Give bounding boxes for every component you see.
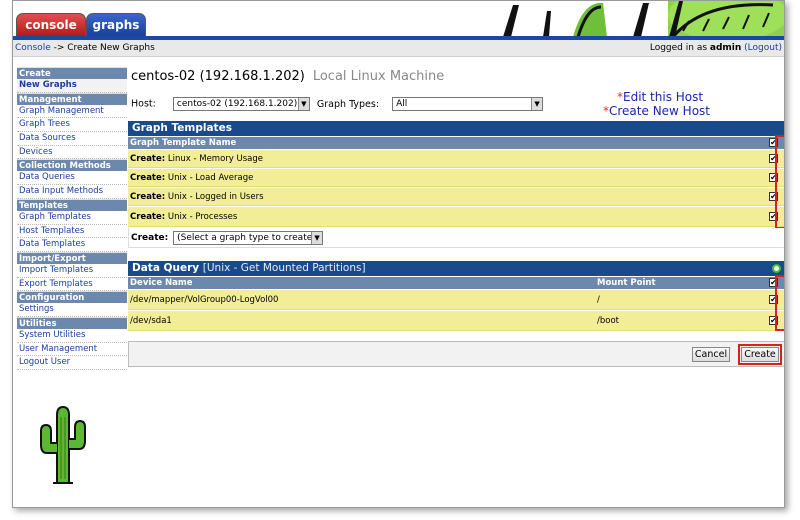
breadcrumb: Console -> Create New Graphs Logged in a… <box>13 40 784 57</box>
sidebar-item-export-templates[interactable]: Export Templates <box>17 277 127 292</box>
login-status: Logged in as admin (Logout) <box>650 40 782 57</box>
status-circle-icon[interactable] <box>772 264 781 273</box>
create-graph-row: Create: (Select a graph type to create) … <box>128 228 784 248</box>
host-filter-row: Host: centos-02 (192.168.1.202) ▼ Graph … <box>131 97 544 111</box>
sidebar-item-logout-user[interactable]: Logout User <box>17 356 127 370</box>
breadcrumb-current: Create New Graphs <box>67 43 155 53</box>
graph-type-select[interactable]: (Select a graph type to create) ▼ <box>173 230 324 245</box>
table-row: Create: Linux - Memory Usage ✔ <box>128 150 784 168</box>
breadcrumb-separator: -> <box>50 43 68 53</box>
graph-template-name-column: Graph Template Name ✔ <box>128 137 784 149</box>
sidebar-header-utilities: Utilities <box>17 316 127 329</box>
mount-point-column: Mount Point <box>597 278 656 288</box>
sidebar-item-data-templates[interactable]: Data Templates <box>17 238 127 252</box>
tab-graphs[interactable]: graphs <box>86 13 146 37</box>
device-name-column: Device Name <box>130 278 193 288</box>
cactus-banner-art <box>483 1 784 37</box>
sidebar-item-new-graphs[interactable]: New Graphs <box>17 79 127 93</box>
chevron-down-icon: ▼ <box>531 98 543 110</box>
host-title-text: centos-02 (192.168.1.202) <box>131 69 305 84</box>
sidebar-header-import-export: Import/Export <box>17 251 127 264</box>
sidebar-header-collection-methods: Collection Methods <box>17 159 127 172</box>
chevron-down-icon: ▼ <box>297 98 309 110</box>
graph-type-select-value: (Select a graph type to create) <box>177 232 316 243</box>
device-name: /dev/sda1 <box>130 316 172 326</box>
sidebar-menu: Create New Graphs Management Graph Manag… <box>17 67 127 370</box>
sidebar-item-user-management[interactable]: User Management <box>17 342 127 357</box>
data-query-title: Data Query <box>132 262 200 274</box>
checkbox-highlight <box>775 275 784 331</box>
sidebar-item-settings[interactable]: Settings <box>17 303 127 317</box>
breadcrumb-console-link[interactable]: Console <box>15 43 51 53</box>
mount-point: / <box>597 295 600 305</box>
mount-point: /boot <box>597 316 619 326</box>
tab-console[interactable]: console <box>16 13 86 37</box>
table-row: /dev/mapper/VolGroup00-LogVol00 / ✔ <box>128 290 784 310</box>
table-row: /dev/sda1 /boot ✔ <box>128 311 784 331</box>
sidebar-item-data-input-methods[interactable]: Data Input Methods <box>17 185 127 199</box>
host-select-value: centos-02 (192.168.1.202) <box>176 99 298 109</box>
sidebar-header-management: Management <box>17 92 127 105</box>
graph-types-select-value: All <box>396 99 408 109</box>
graph-types-select[interactable]: All ▼ <box>392 97 544 111</box>
login-user: admin <box>709 43 742 53</box>
create-button[interactable]: Create <box>741 347 779 362</box>
host-description: Local Linux Machine <box>312 69 445 84</box>
table-row: Create: Unix - Processes ✔ <box>128 207 784 227</box>
graph-templates-header: Graph Templates <box>128 121 784 136</box>
sidebar-item-devices[interactable]: Devices <box>17 145 127 160</box>
table-row: Create: Unix - Load Average ✔ <box>128 169 784 187</box>
host-select[interactable]: centos-02 (192.168.1.202) ▼ <box>172 97 310 111</box>
top-banner: console graphs <box>13 1 784 40</box>
checkbox-highlight <box>775 135 784 229</box>
chevron-down-icon: ▼ <box>311 231 323 244</box>
host-label: Host: <box>131 98 156 110</box>
sidebar-item-system-utilities[interactable]: System Utilities <box>17 328 127 343</box>
data-query-column-header: Device Name Mount Point ✔ <box>128 277 784 289</box>
create-label: Create: <box>131 233 169 243</box>
action-bar: Cancel Create <box>128 341 784 367</box>
graph-types-label: Graph Types: <box>316 98 380 110</box>
sidebar-item-import-templates[interactable]: Import Templates <box>17 263 127 278</box>
table-row: Create: Unix - Logged in Users ✔ <box>128 188 784 206</box>
sidebar-header-configuration: Configuration <box>17 291 127 304</box>
device-name: /dev/mapper/VolGroup00-LogVol00 <box>130 295 279 305</box>
create-host-link[interactable]: *Create New Host <box>603 104 710 118</box>
sidebar-item-data-queries[interactable]: Data Queries <box>17 171 127 186</box>
logout-link[interactable]: (Logout) <box>744 43 782 53</box>
data-query-subtitle: [Unix - Get Mounted Partitions] <box>202 262 366 274</box>
sidebar-item-graph-trees[interactable]: Graph Trees <box>17 118 127 133</box>
sidebar-header-create: Create <box>17 67 127 79</box>
sidebar-header-templates: Templates <box>17 198 127 211</box>
edit-host-link[interactable]: *Edit this Host <box>603 90 710 104</box>
sidebar-item-graph-management[interactable]: Graph Management <box>17 104 127 119</box>
cactus-logo-icon <box>35 405 91 488</box>
login-prefix: Logged in as <box>649 43 710 53</box>
sidebar-item-data-sources[interactable]: Data Sources <box>17 132 127 146</box>
host-links: *Edit this Host *Create New Host <box>603 90 710 118</box>
data-query-header: Data Query [Unix - Get Mounted Partition… <box>128 261 784 276</box>
sidebar-item-graph-templates[interactable]: Graph Templates <box>17 210 127 225</box>
cancel-button[interactable]: Cancel <box>692 347 730 362</box>
page-title: centos-02 (192.168.1.202) Local Linux Mac… <box>131 69 444 84</box>
cacti-window: console graphs Console -> Create New Gra… <box>12 0 785 508</box>
sidebar-item-host-templates[interactable]: Host Templates <box>17 224 127 239</box>
